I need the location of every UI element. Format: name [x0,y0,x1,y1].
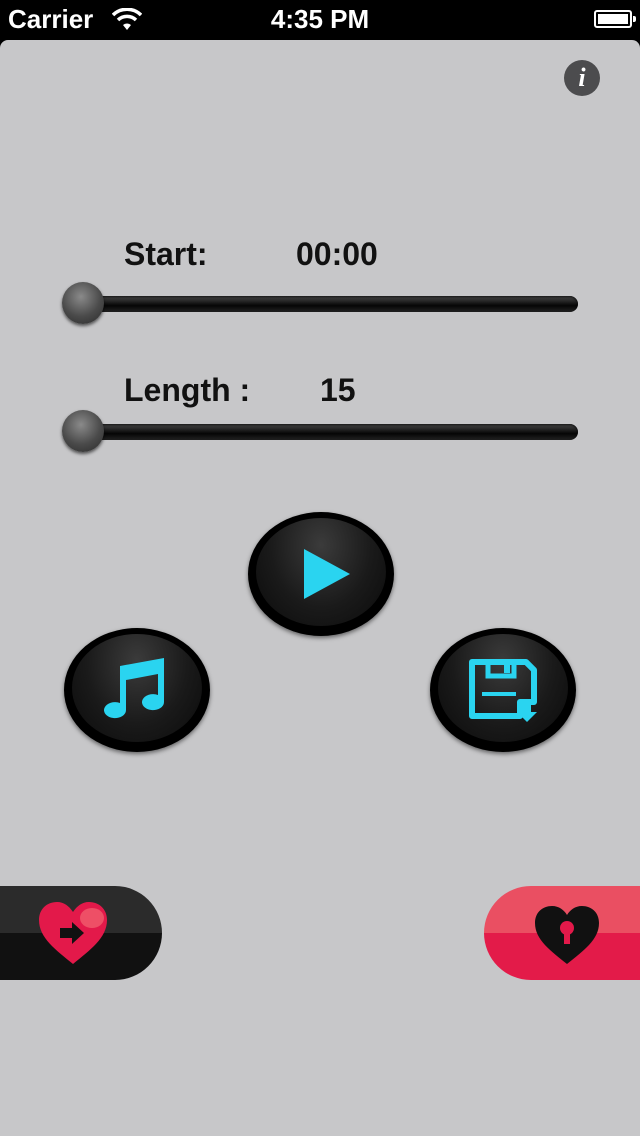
status-time: 4:35 PM [270,4,370,34]
music-button[interactable] [64,628,210,752]
length-slider-track[interactable] [70,424,578,440]
heart-arrow-icon [39,902,107,964]
start-label: Start: [124,236,208,272]
save-button[interactable] [430,628,576,752]
battery-icon [594,10,636,28]
length-value: 15 [320,372,356,408]
status-bar: Carrier 4:35 PM [0,0,640,40]
main-screen: i Start: 00:00 Length : 15 [0,40,640,1136]
info-icon[interactable]: i [564,60,600,96]
start-slider-thumb[interactable] [62,282,104,324]
length-label: Length : [124,372,251,408]
heart-lock-icon [535,906,599,964]
save-download-icon [469,659,537,722]
music-note-icon [104,658,165,719]
start-slider[interactable] [62,282,578,326]
play-button[interactable] [248,512,394,636]
length-slider-thumb[interactable] [62,410,104,452]
start-value: 00:00 [296,236,378,272]
favorite-move-button[interactable] [0,886,162,980]
length-slider[interactable] [62,410,578,454]
favorite-lock-button[interactable] [484,886,640,980]
play-icon [304,549,350,599]
start-slider-track[interactable] [70,296,578,312]
